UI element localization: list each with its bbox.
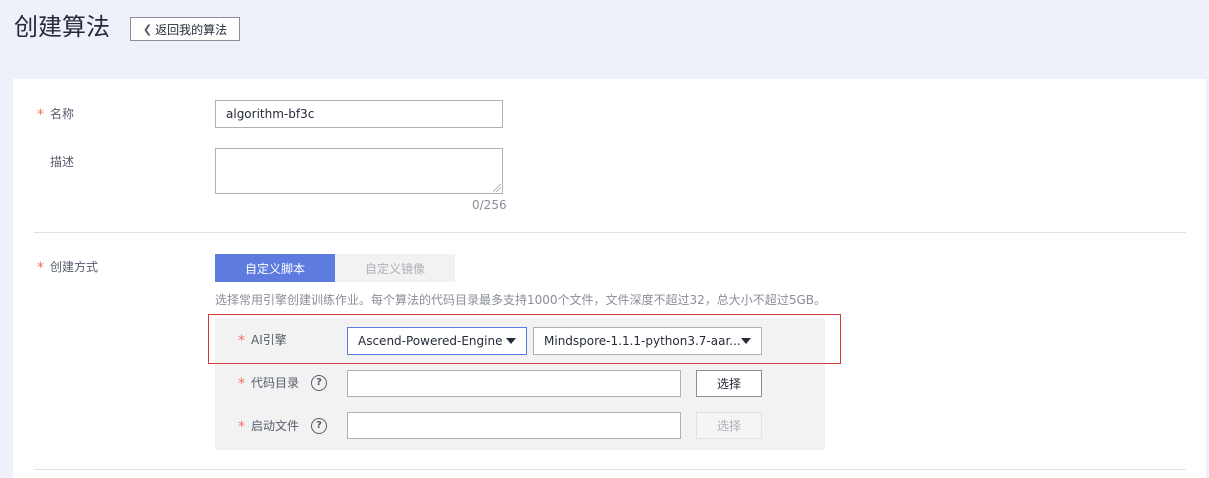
tab-custom-image[interactable]: 自定义镜像 — [335, 254, 455, 282]
back-to-my-algorithms-button[interactable]: ❮ 返回我的算法 — [130, 17, 240, 41]
resize-handle-icon[interactable] — [493, 184, 501, 192]
boot-file-label-row: * 启动文件 ? — [238, 418, 328, 435]
description-counter: 0/256 — [472, 198, 507, 212]
back-button-label: 返回我的算法 — [155, 22, 228, 37]
required-marker: * — [238, 376, 245, 392]
chevron-left-icon: ❮ — [142, 22, 153, 36]
question-circle-icon[interactable]: ? — [311, 418, 328, 434]
ai-engine-highlight-box — [208, 314, 841, 364]
description-label: 描述 — [50, 155, 75, 169]
code-dir-input[interactable] — [347, 370, 681, 397]
code-dir-label: 代码目录 — [251, 376, 300, 390]
page-title: 创建算法 — [14, 13, 110, 41]
required-marker: * — [238, 419, 245, 435]
description-textarea[interactable] — [215, 148, 503, 194]
boot-file-input[interactable] — [347, 412, 681, 439]
required-marker: * — [37, 260, 44, 276]
create-mode-label-row: * 创建方式 — [37, 259, 99, 276]
required-marker: * — [37, 107, 44, 123]
section-divider — [34, 232, 1186, 233]
boot-file-label: 启动文件 — [251, 419, 300, 433]
question-circle-icon[interactable]: ? — [311, 375, 328, 391]
name-input[interactable]: algorithm-bf3c — [215, 100, 503, 128]
create-mode-hint: 选择常用引擎创建训练作业。每个算法的代码目录最多支持1000个文件，文件深度不超… — [215, 293, 826, 307]
code-dir-label-row: * 代码目录 ? — [238, 375, 328, 392]
bottom-divider — [34, 469, 1186, 470]
name-label: 名称 — [50, 107, 75, 121]
code-dir-select-button[interactable]: 选择 — [696, 370, 762, 397]
create-mode-label: 创建方式 — [50, 260, 99, 274]
name-label-row: * 名称 — [37, 106, 75, 123]
tab-custom-script[interactable]: 自定义脚本 — [215, 254, 335, 282]
boot-file-select-button: 选择 — [696, 412, 762, 439]
